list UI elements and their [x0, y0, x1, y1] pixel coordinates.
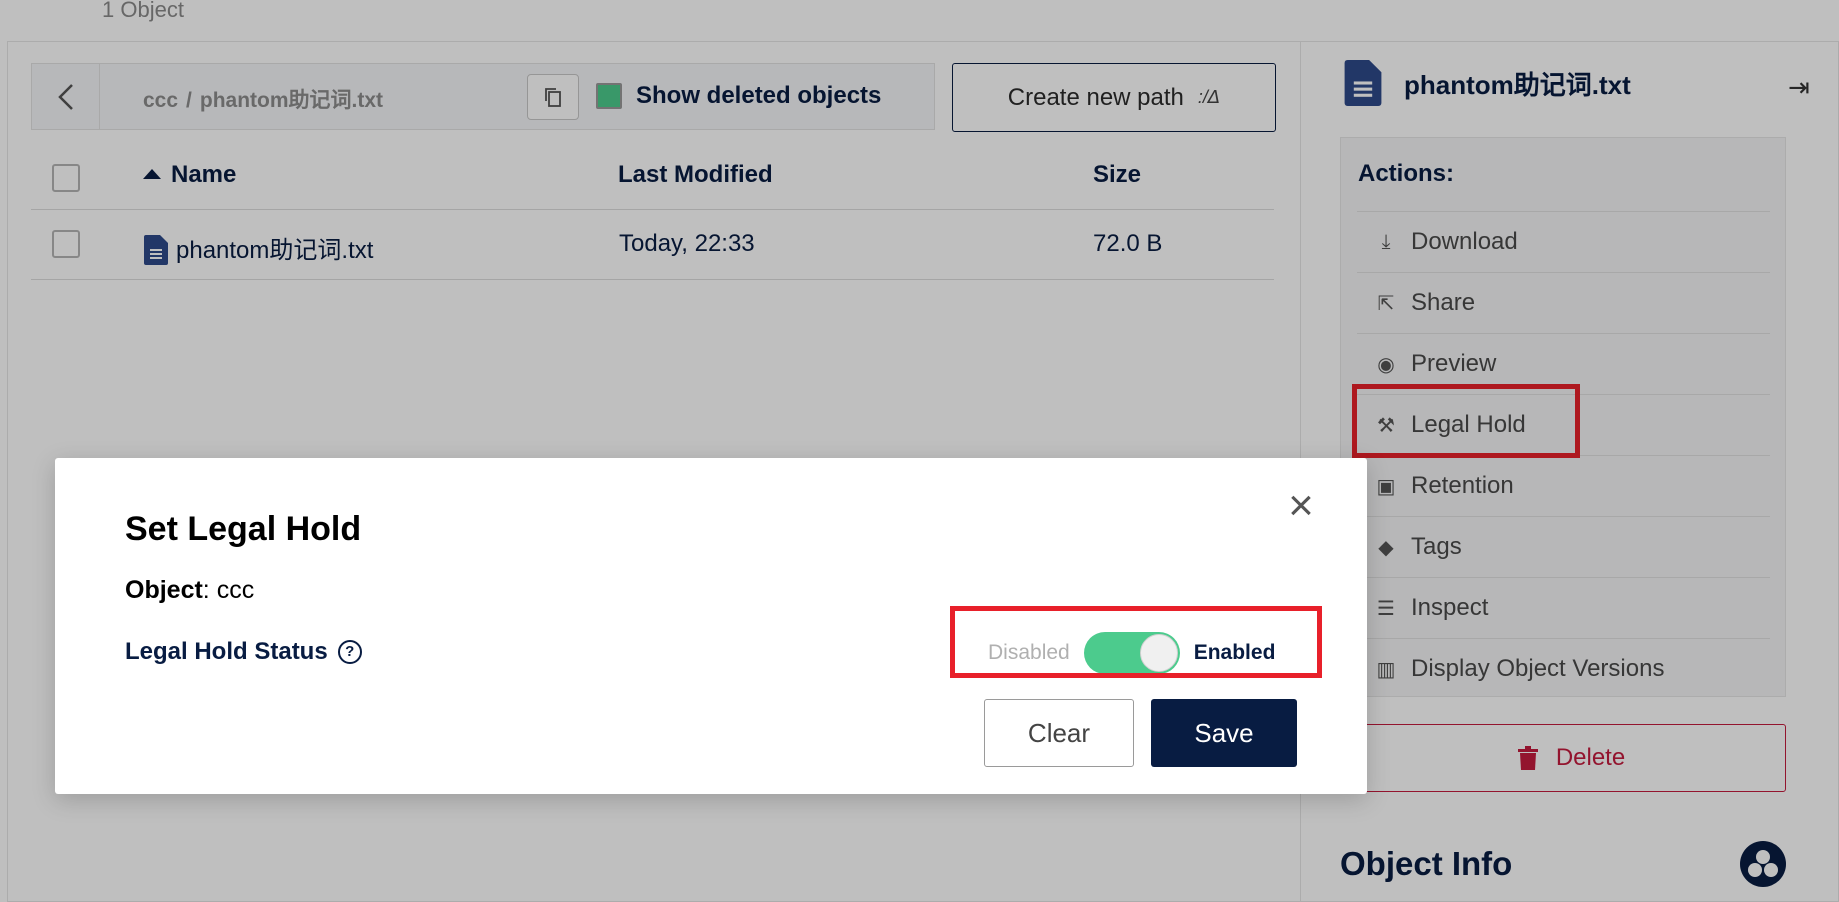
legal-hold-modal: × Set Legal Hold Object: ccc Legal Hold … [55, 458, 1367, 794]
modal-title: Set Legal Hold [125, 510, 362, 548]
save-button[interactable]: Save [1151, 699, 1297, 767]
object-value: ccc [216, 576, 255, 604]
object-label: Object [125, 576, 203, 604]
help-icon[interactable]: ? [337, 640, 362, 664]
close-icon[interactable]: × [1280, 484, 1322, 528]
modal-object-line: Object: ccc [125, 576, 255, 604]
clear-button[interactable]: Clear [984, 699, 1134, 767]
highlight-toggle [950, 606, 1322, 678]
legal-hold-status-label: Legal Hold Status ? [125, 638, 362, 666]
